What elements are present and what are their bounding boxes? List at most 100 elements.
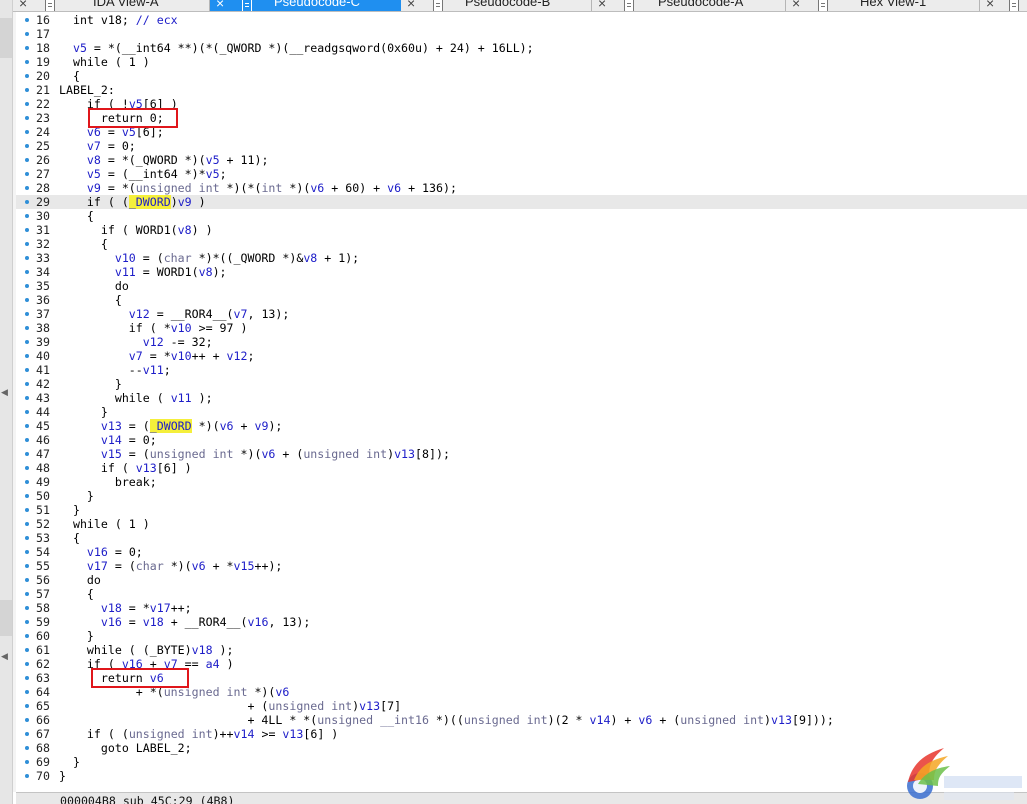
code-line[interactable]: 31 if ( WORD1(v8) ) <box>16 223 1027 237</box>
code-line[interactable]: 47 v15 = (unsigned int *)(v6 + (unsigned… <box>16 447 1027 461</box>
code-line[interactable]: 17 <box>16 27 1027 41</box>
code-text[interactable]: do <box>59 573 101 587</box>
code-line[interactable]: 46 v14 = 0; <box>16 433 1027 447</box>
code-line[interactable]: 41 --v11; <box>16 363 1027 377</box>
code-line[interactable]: 37 v12 = __ROR4__(v7, 13); <box>16 307 1027 321</box>
collapse-arrow-icon[interactable]: ◀ <box>1 652 8 662</box>
code-line[interactable]: 68 goto LABEL_2; <box>16 741 1027 755</box>
code-text[interactable]: LABEL_2: <box>59 83 115 97</box>
code-text[interactable]: if ( *v10 >= 97 ) <box>59 321 248 335</box>
code-text[interactable]: v12 -= 32; <box>59 335 213 349</box>
code-text[interactable]: do <box>59 279 129 293</box>
code-line[interactable]: 44 } <box>16 405 1027 419</box>
code-line[interactable]: 51 } <box>16 503 1027 517</box>
code-text[interactable]: v7 = *v10++ + v12; <box>59 349 255 363</box>
breakpoint-dot-icon[interactable] <box>25 116 29 120</box>
code-line[interactable]: 49 break; <box>16 475 1027 489</box>
code-text[interactable]: v5 = (__int64 *)*v5; <box>59 167 227 181</box>
code-line[interactable]: 19 while ( 1 ) <box>16 55 1027 69</box>
code-text[interactable]: if ( WORD1(v8) ) <box>59 223 213 237</box>
code-text[interactable]: { <box>59 209 94 223</box>
close-icon[interactable]: × <box>598 0 606 11</box>
breakpoint-dot-icon[interactable] <box>25 214 29 218</box>
code-text[interactable]: { <box>59 531 80 545</box>
code-line[interactable]: 32 { <box>16 237 1027 251</box>
code-text[interactable]: v14 = 0; <box>59 433 157 447</box>
code-line[interactable]: 40 v7 = *v10++ + v12; <box>16 349 1027 363</box>
breakpoint-dot-icon[interactable] <box>25 592 29 596</box>
code-line[interactable]: 38 if ( *v10 >= 97 ) <box>16 321 1027 335</box>
breakpoint-dot-icon[interactable] <box>25 438 29 442</box>
breakpoint-dot-icon[interactable] <box>25 298 29 302</box>
breakpoint-dot-icon[interactable] <box>25 550 29 554</box>
code-line[interactable]: 20 { <box>16 69 1027 83</box>
code-text[interactable]: { <box>59 293 122 307</box>
code-line[interactable]: 52 while ( 1 ) <box>16 517 1027 531</box>
breakpoint-dot-icon[interactable] <box>25 536 29 540</box>
breakpoint-dot-icon[interactable] <box>25 480 29 484</box>
code-text[interactable]: v15 = (unsigned int *)(v6 + (unsigned in… <box>59 447 450 461</box>
tab-hex-view-1[interactable]: × Hex View-1 <box>786 0 980 11</box>
breakpoint-dot-icon[interactable] <box>25 704 29 708</box>
close-icon[interactable]: × <box>216 0 224 11</box>
breakpoint-dot-icon[interactable] <box>25 774 29 778</box>
close-icon[interactable]: × <box>986 0 994 11</box>
panel-scroll-segment[interactable] <box>0 18 12 58</box>
panel-scroll-segment[interactable] <box>0 600 12 636</box>
breakpoint-dot-icon[interactable] <box>25 130 29 134</box>
code-line[interactable]: 18 v5 = *(__int64 **)(*(_QWORD *)(__read… <box>16 41 1027 55</box>
collapse-left-arrow-icon[interactable]: ◀ <box>1 388 8 398</box>
code-line[interactable]: 59 v16 = v18 + __ROR4__(v16, 13); <box>16 615 1027 629</box>
code-text[interactable]: break; <box>59 475 157 489</box>
breakpoint-dot-icon[interactable] <box>25 606 29 610</box>
code-line[interactable]: 34 v11 = WORD1(v8); <box>16 265 1027 279</box>
breakpoint-dot-icon[interactable] <box>25 256 29 260</box>
breakpoint-dot-icon[interactable] <box>25 354 29 358</box>
breakpoint-dot-icon[interactable] <box>25 760 29 764</box>
code-text[interactable]: + 4LL * *(unsigned __int16 *)((unsigned … <box>59 713 833 727</box>
code-text[interactable]: if ( (unsigned int)++v14 >= v13[6] ) <box>59 727 338 741</box>
code-line[interactable]: 25 v7 = 0; <box>16 139 1027 153</box>
code-text[interactable]: } <box>59 769 66 783</box>
breakpoint-dot-icon[interactable] <box>25 200 29 204</box>
code-line[interactable]: 60 } <box>16 629 1027 643</box>
breakpoint-dot-icon[interactable] <box>25 144 29 148</box>
breakpoint-dot-icon[interactable] <box>25 368 29 372</box>
code-text[interactable]: v18 = *v17++; <box>59 601 192 615</box>
code-line[interactable]: 61 while ( (_BYTE)v18 ); <box>16 643 1027 657</box>
breakpoint-dot-icon[interactable] <box>25 74 29 78</box>
code-text[interactable]: while ( v11 ); <box>59 391 213 405</box>
code-line[interactable]: 58 v18 = *v17++; <box>16 601 1027 615</box>
tab-pseudocode-a[interactable]: × Pseudocode-A <box>592 0 786 11</box>
tab-pseudocode-c[interactable]: × Pseudocode-C <box>210 0 401 11</box>
code-line[interactable]: 69 } <box>16 755 1027 769</box>
code-text[interactable]: + (unsigned int)v13[7] <box>59 699 401 713</box>
breakpoint-dot-icon[interactable] <box>25 88 29 92</box>
breakpoint-dot-icon[interactable] <box>25 172 29 176</box>
breakpoint-dot-icon[interactable] <box>25 60 29 64</box>
code-text[interactable]: v7 = 0; <box>59 139 136 153</box>
code-text[interactable]: v9 = *(unsigned int *)(*(int *)(v6 + 60)… <box>59 181 457 195</box>
code-text[interactable]: while ( 1 ) <box>59 55 150 69</box>
code-line[interactable]: 39 v12 -= 32; <box>16 335 1027 349</box>
breakpoint-dot-icon[interactable] <box>25 102 29 106</box>
code-line[interactable]: 36 { <box>16 293 1027 307</box>
code-line[interactable]: 54 v16 = 0; <box>16 545 1027 559</box>
code-line[interactable]: 35 do <box>16 279 1027 293</box>
code-text[interactable]: v12 = __ROR4__(v7, 13); <box>59 307 290 321</box>
code-line[interactable]: 42 } <box>16 377 1027 391</box>
code-line[interactable]: 26 v8 = *(_QWORD *)(v5 + 11); <box>16 153 1027 167</box>
code-line[interactable]: 65 + (unsigned int)v13[7] <box>16 699 1027 713</box>
code-line[interactable]: 66 + 4LL * *(unsigned __int16 *)((unsign… <box>16 713 1027 727</box>
code-text[interactable]: v16 = 0; <box>59 545 143 559</box>
close-icon[interactable]: × <box>19 0 27 11</box>
code-text[interactable]: v13 = (_DWORD *)(v6 + v9); <box>59 419 282 433</box>
code-text[interactable]: v11 = WORD1(v8); <box>59 265 227 279</box>
breakpoint-dot-icon[interactable] <box>25 634 29 638</box>
code-text[interactable]: if ( (_DWORD)v9 ) <box>59 195 206 209</box>
code-line[interactable]: 21 LABEL_2: <box>16 83 1027 97</box>
code-line[interactable]: 30 { <box>16 209 1027 223</box>
breakpoint-dot-icon[interactable] <box>25 466 29 470</box>
code-text[interactable]: --v11; <box>59 363 171 377</box>
code-line[interactable]: 28 v9 = *(unsigned int *)(*(int *)(v6 + … <box>16 181 1027 195</box>
